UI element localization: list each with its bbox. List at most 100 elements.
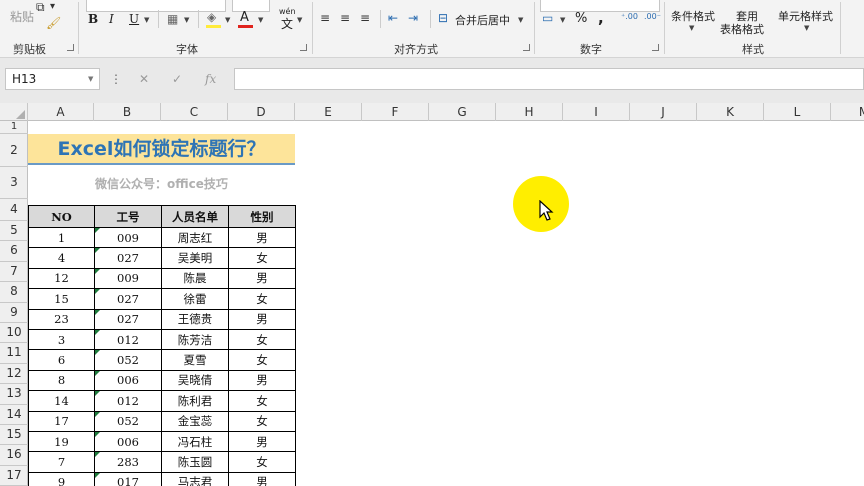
font-name-combo[interactable]: [86, 0, 226, 12]
column-header-a[interactable]: A: [28, 103, 94, 121]
cell-no[interactable]: 15: [28, 288, 95, 310]
cell-name[interactable]: 周志红: [161, 226, 229, 249]
cell-name[interactable]: 陈芳洁: [161, 328, 229, 351]
row-header-17[interactable]: 17: [0, 466, 28, 486]
cell-name[interactable]: 王德贵: [161, 308, 229, 330]
cell-name[interactable]: 徐雷: [161, 288, 229, 310]
row-header-8[interactable]: 8: [0, 282, 28, 303]
cell-employee-id[interactable]: 009: [94, 267, 162, 290]
column-header-k[interactable]: K: [697, 103, 764, 121]
copy-icon[interactable]: ⧉: [36, 0, 45, 14]
row-header-1[interactable]: 1: [0, 121, 28, 134]
merge-center-button[interactable]: 合并后居中: [455, 12, 510, 28]
cell-no[interactable]: 6: [28, 349, 95, 371]
row-header-11[interactable]: 11: [0, 343, 28, 364]
cell-no[interactable]: 19: [28, 430, 95, 453]
row-header-5[interactable]: 5: [0, 221, 28, 242]
fill-color-icon[interactable]: ◈: [207, 10, 216, 24]
column-header-f[interactable]: F: [362, 103, 429, 121]
cell-gender[interactable]: 女: [228, 451, 296, 473]
conditional-format-button[interactable]: 条件格式: [671, 8, 715, 24]
row-header-4[interactable]: 4: [0, 199, 28, 221]
font-color-icon[interactable]: A: [240, 10, 249, 25]
cell-employee-id[interactable]: 009: [94, 226, 162, 249]
cell-employee-id[interactable]: 027: [94, 247, 162, 269]
column-header-d[interactable]: D: [228, 103, 295, 121]
sheet-subtitle[interactable]: 微信公众号：office技巧: [28, 173, 295, 195]
row-header-7[interactable]: 7: [0, 262, 28, 283]
cell-no[interactable]: 1: [28, 226, 95, 249]
name-box[interactable]: H13: [5, 68, 100, 90]
cell-no[interactable]: 4: [28, 247, 95, 269]
name-box-dropdown-icon[interactable]: ▼: [88, 75, 93, 83]
row-header-13[interactable]: 13: [0, 384, 28, 405]
cell-no[interactable]: 12: [28, 267, 95, 290]
sheet-title[interactable]: Excel如何锁定标题行？: [28, 134, 295, 165]
select-all-corner[interactable]: [0, 103, 28, 121]
cell-name[interactable]: 夏雪: [161, 349, 229, 371]
cell-no[interactable]: 3: [28, 328, 95, 351]
cell-no[interactable]: 8: [28, 369, 95, 392]
cell-no[interactable]: 9: [28, 471, 95, 486]
column-header-m[interactable]: M: [831, 103, 864, 121]
borders-dropdown-icon[interactable]: ▼: [184, 16, 189, 24]
number-launcher-icon[interactable]: [652, 44, 659, 51]
cancel-icon[interactable]: ✕: [139, 72, 149, 86]
merge-dropdown-icon[interactable]: ▼: [518, 16, 523, 24]
header-name[interactable]: 人员名单: [161, 205, 229, 228]
cell-gender[interactable]: 男: [228, 308, 296, 330]
font-color-dropdown-icon[interactable]: ▼: [258, 16, 263, 24]
cell-gender[interactable]: 女: [228, 390, 296, 412]
font-launcher-icon[interactable]: [300, 44, 307, 51]
column-header-g[interactable]: G: [429, 103, 496, 121]
header-no[interactable]: NO: [28, 205, 95, 228]
clipboard-launcher-icon[interactable]: [67, 44, 74, 51]
row-header-15[interactable]: 15: [0, 425, 28, 446]
column-header-b[interactable]: B: [94, 103, 161, 121]
cell-employee-id[interactable]: 027: [94, 288, 162, 310]
underline-dropdown-icon[interactable]: ▼: [144, 16, 149, 24]
cell-gender[interactable]: 女: [228, 410, 296, 432]
cell-name[interactable]: 陈利君: [161, 390, 229, 412]
italic-button[interactable]: I: [109, 12, 114, 26]
worksheet-grid[interactable]: Excel如何锁定标题行？ 微信公众号：office技巧 NO 工号 人员名单 性别 1…: [28, 121, 864, 486]
row-header-9[interactable]: 9: [0, 303, 28, 323]
cell-employee-id[interactable]: 012: [94, 390, 162, 412]
formula-input[interactable]: [234, 68, 864, 90]
fill-color-dropdown-icon[interactable]: ▼: [225, 16, 230, 24]
row-header-14[interactable]: 14: [0, 405, 28, 425]
cell-gender[interactable]: 男: [228, 369, 296, 392]
cell-name[interactable]: 马志君: [161, 471, 229, 486]
column-header-h[interactable]: H: [496, 103, 563, 121]
cell-gender[interactable]: 男: [228, 430, 296, 453]
cell-name[interactable]: 冯石柱: [161, 430, 229, 453]
insert-function-icon[interactable]: fx: [205, 72, 216, 86]
phonetic-dropdown-icon[interactable]: ▼: [297, 16, 302, 24]
row-header-3[interactable]: 3: [0, 167, 28, 199]
row-header-12[interactable]: 12: [0, 364, 28, 385]
cell-styles-dropdown-icon[interactable]: ▼: [804, 24, 809, 32]
cell-employee-id[interactable]: 012: [94, 328, 162, 351]
format-painter-icon[interactable]: 🖌: [46, 16, 61, 30]
column-header-l[interactable]: L: [764, 103, 831, 121]
cell-gender[interactable]: 男: [228, 226, 296, 249]
cell-gender[interactable]: 男: [228, 471, 296, 486]
copy-dropdown-icon[interactable]: ▾: [50, 0, 55, 14]
column-header-c[interactable]: C: [161, 103, 228, 121]
underline-button[interactable]: U: [129, 12, 139, 26]
cell-gender[interactable]: 男: [228, 267, 296, 290]
merge-center-icon[interactable]: ⊟: [438, 11, 448, 25]
alignment-launcher-icon[interactable]: [523, 44, 530, 51]
align-right-icon[interactable]: ≡: [360, 11, 370, 25]
cell-name[interactable]: 吴晓倩: [161, 369, 229, 392]
comma-style-button[interactable]: ,: [598, 9, 604, 27]
cell-no[interactable]: 7: [28, 451, 95, 473]
increase-indent-icon[interactable]: ⇥: [408, 11, 418, 25]
cell-name[interactable]: 金宝蕊: [161, 410, 229, 432]
row-header-10[interactable]: 10: [0, 323, 28, 344]
column-header-j[interactable]: J: [630, 103, 697, 121]
cell-employee-id[interactable]: 283: [94, 451, 162, 473]
cell-gender[interactable]: 女: [228, 349, 296, 371]
cell-name[interactable]: 吴美明: [161, 247, 229, 269]
column-header-e[interactable]: E: [295, 103, 362, 121]
